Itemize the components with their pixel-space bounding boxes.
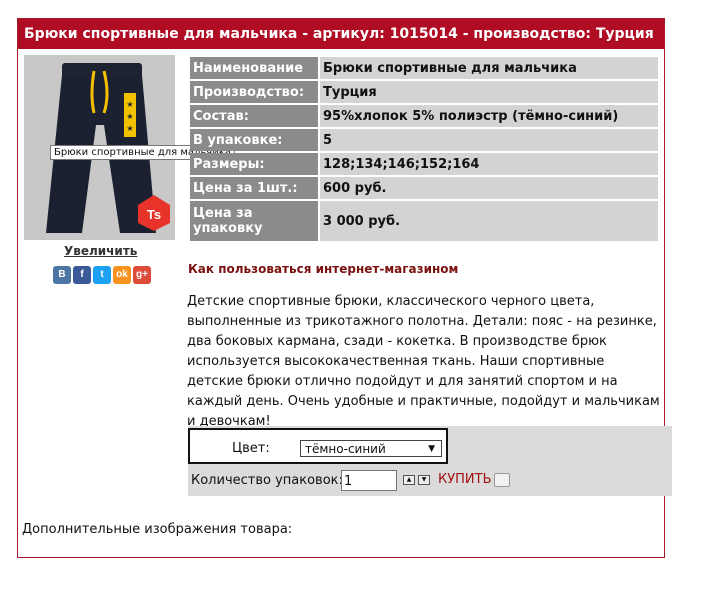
color-select-value: тёмно-синий xyxy=(305,442,386,456)
spec-value: Брюки спортивные для мальчика xyxy=(320,57,658,79)
spec-key: Производство: xyxy=(190,81,318,103)
spec-value: 95%хлопок 5% полиэстр (тёмно-синий) xyxy=(320,105,658,127)
spec-row: Производство: Турция xyxy=(190,81,658,103)
quantity-label: Количество упаковок: xyxy=(191,473,343,488)
svg-text:★: ★ xyxy=(126,100,133,109)
spec-value: Турция xyxy=(320,81,658,103)
buy-label: КУПИТЬ xyxy=(438,472,492,487)
color-label: Цвет: xyxy=(232,441,270,456)
quantity-decrement-icon[interactable]: ▼ xyxy=(418,475,430,485)
product-description: Детские спортивные брюки, классического … xyxy=(187,294,660,429)
quantity-input[interactable]: 1 xyxy=(341,470,397,491)
spec-row: Цена за 1шт.: 600 руб. xyxy=(190,177,658,199)
spec-key: Наименование xyxy=(190,57,318,79)
spec-value: 600 руб. xyxy=(320,177,658,199)
product-panel: Брюки спортивные для мальчика - артикул:… xyxy=(17,18,672,558)
dropdown-arrow-icon: ▼ xyxy=(428,444,435,454)
buy-button[interactable]: КУПИТЬ xyxy=(438,472,510,487)
vkontakte-icon[interactable]: В xyxy=(53,266,71,284)
extra-images-label: Дополнительные изображения товара: xyxy=(22,522,293,537)
howto-link[interactable]: Как пользоваться интернет-магазином xyxy=(188,262,458,276)
spec-key: Размеры: xyxy=(190,153,318,175)
buy-box: Цвет: тёмно-синий ▼ Количество упаковок:… xyxy=(188,426,672,496)
cart-icon xyxy=(493,472,510,487)
googleplus-icon[interactable]: g+ xyxy=(133,266,151,284)
spec-row: В упаковке: 5 xyxy=(190,129,658,151)
product-title: Брюки спортивные для мальчика - артикул:… xyxy=(18,19,664,49)
quantity-increment-icon[interactable]: ▲ xyxy=(403,475,415,485)
color-select[interactable]: тёмно-синий ▼ xyxy=(300,440,442,457)
spec-key: Состав: xyxy=(190,105,318,127)
spec-row: Состав: 95%хлопок 5% полиэстр (тёмно-син… xyxy=(190,105,658,127)
badge-text: Ts xyxy=(147,207,161,222)
odnoklassniki-icon[interactable]: ok xyxy=(113,266,131,284)
spec-key: В упаковке: xyxy=(190,129,318,151)
spec-key: Цена за упаковку xyxy=(190,201,318,241)
svg-text:★: ★ xyxy=(126,124,133,133)
spec-value: 128;134;146;152;164 xyxy=(320,153,658,175)
twitter-icon[interactable]: t xyxy=(93,266,111,284)
spec-value: 5 xyxy=(320,129,658,151)
svg-text:★: ★ xyxy=(126,112,133,121)
zoom-link[interactable]: Увеличить xyxy=(64,244,137,258)
spec-row: Наименование Брюки спортивные для мальчи… xyxy=(190,57,658,79)
social-share-bar: В f t ok g+ xyxy=(53,266,151,284)
spec-row: Размеры: 128;134;146;152;164 xyxy=(190,153,658,175)
spec-value: 3 000 руб. xyxy=(320,201,658,241)
spec-key: Цена за 1шт.: xyxy=(190,177,318,199)
color-picker-box: Цвет: тёмно-синий ▼ xyxy=(188,428,448,464)
brand-badge-icon: Ts xyxy=(138,195,170,231)
facebook-icon[interactable]: f xyxy=(73,266,91,284)
specs-table: Наименование Брюки спортивные для мальчи… xyxy=(188,55,660,243)
spec-row: Цена за упаковку 3 000 руб. xyxy=(190,201,658,241)
